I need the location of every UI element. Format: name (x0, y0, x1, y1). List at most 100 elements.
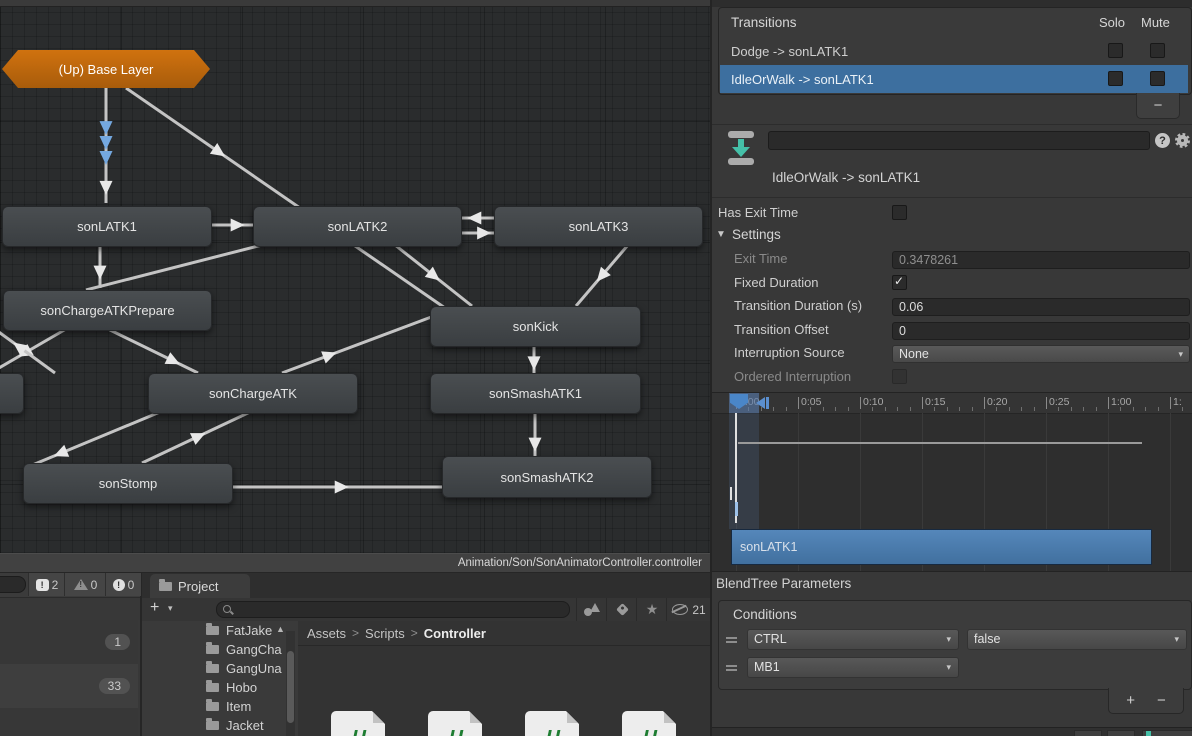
folder-label: GangUna (226, 661, 282, 676)
add-condition-button[interactable]: + (1126, 692, 1135, 709)
state-node-sonLATK2[interactable]: sonLATK2 (253, 206, 462, 247)
hidden-count-button[interactable]: 21 (666, 598, 711, 621)
mute-checkbox[interactable] (1150, 43, 1165, 58)
project-tab-label: Project (178, 578, 219, 594)
state-node-offscreen-left[interactable] (0, 373, 24, 414)
timeline-ruler[interactable]: 0:000:050:100:150:200:251:001: (712, 393, 1192, 414)
solo-checkbox[interactable] (1108, 71, 1123, 86)
console-error-toggle[interactable]: 0 (105, 573, 141, 596)
setting-label: Ordered Interruption (734, 369, 852, 384)
conditions-add-remove-box: + − (1108, 688, 1184, 714)
state-node-sonChargeATKPrepare[interactable]: sonChargeATKPrepare (3, 290, 212, 331)
breadcrumb-segment-Controller[interactable]: Controller (424, 626, 486, 641)
ruler-minor-tick (1058, 407, 1060, 411)
state-node-sonChargeATK[interactable]: sonChargeATK (148, 373, 358, 414)
state-node-label: sonLATK1 (77, 219, 137, 234)
state-node-sonKick[interactable]: sonKick (430, 306, 641, 347)
condition-parameter-dropdown[interactable]: CTRL ▾ (747, 629, 959, 650)
condition-value-dropdown[interactable]: false ▾ (967, 629, 1187, 650)
state-node-sonLATK3[interactable]: sonLATK3 (494, 206, 703, 247)
csharp-script-icon[interactable]: # (428, 711, 482, 736)
breadcrumb-segment-Assets[interactable]: Assets (307, 626, 346, 641)
folder-item-Item[interactable]: Item (142, 697, 298, 716)
gear-icon[interactable] (1175, 133, 1190, 148)
tag-icon (615, 603, 629, 616)
folder-icon (206, 623, 219, 635)
drag-handle-icon[interactable] (726, 665, 737, 667)
search-by-label-button[interactable] (606, 598, 637, 621)
setting-field-transition-offset[interactable]: 0 (892, 321, 1190, 340)
console-row[interactable]: 33 (0, 664, 138, 709)
transition-end-marker[interactable] (756, 397, 770, 409)
folder-item-GangCha[interactable]: GangCha (142, 640, 298, 659)
ruler-minor-tick (872, 407, 874, 411)
console-search-input[interactable] (0, 576, 26, 593)
transition-row-label: IdleOrWalk -> sonLATK1 (731, 71, 874, 87)
setting-dropdown-interruption-source[interactable]: None ▾ (892, 345, 1190, 364)
ruler-tick (984, 397, 985, 409)
ruler-minor-tick (1070, 407, 1072, 411)
chevron-down-icon[interactable]: ▾ (168, 603, 173, 614)
scrollbar-thumb[interactable] (287, 651, 294, 723)
console-row[interactable] (0, 708, 138, 736)
csharp-script-icon[interactable]: # (331, 711, 385, 736)
clip-bar-sonLATK1[interactable]: sonLATK1 (731, 529, 1152, 565)
search-by-type-button[interactable] (576, 598, 607, 621)
ruler-minor-tick (959, 407, 961, 411)
state-node-sonSmashATK2[interactable]: sonSmashATK2 (442, 456, 652, 498)
info-icon (35, 578, 49, 591)
condition-row: CTRL ▾ false ▾ (719, 629, 1191, 653)
remove-condition-button[interactable]: − (1157, 692, 1166, 709)
drag-handle-icon[interactable] (726, 637, 737, 639)
condition-parameter-dropdown[interactable]: MB1 ▾ (747, 657, 959, 678)
tree-scrollbar[interactable] (286, 631, 295, 736)
error-count: 0 (127, 577, 135, 592)
settings-foldout-label[interactable]: Settings (732, 227, 781, 242)
breadcrumb-segment-Scripts[interactable]: Scripts (365, 626, 405, 641)
setting-checkbox-fixed-duration[interactable] (892, 274, 907, 290)
favorites-button[interactable]: ★ (636, 598, 667, 621)
transition-name-field[interactable] (768, 131, 1150, 150)
breadcrumb[interactable]: Assets > Scripts > Controller (298, 621, 710, 646)
animator-graph-canvas[interactable]: (Up) Base Layer sonLATK1 sonLATK2 sonLATK3 s… (0, 0, 710, 553)
setting-label: Transition Duration (s) (734, 298, 863, 314)
folder-item-GangUna[interactable]: GangUna (142, 659, 298, 678)
transition-row[interactable]: IdleOrWalk -> sonLATK1 (720, 65, 1188, 93)
console-warning-toggle[interactable]: 0 (64, 573, 106, 596)
state-node-sonSmashATK1[interactable]: sonSmashATK1 (430, 373, 641, 414)
tab-project[interactable]: Project (150, 574, 250, 598)
state-node-base-layer[interactable]: (Up) Base Layer (2, 50, 210, 88)
folder-icon (206, 642, 219, 654)
foldout-triangle-icon[interactable]: ▼ (716, 229, 726, 240)
console-row[interactable]: 1 (0, 620, 138, 665)
ruler-minor-tick (909, 407, 911, 411)
mute-checkbox[interactable] (1150, 71, 1165, 86)
solo-checkbox[interactable] (1108, 43, 1123, 58)
console-info-toggle[interactable]: 2 (28, 573, 65, 596)
has-exit-time-checkbox[interactable] (892, 205, 907, 220)
state-node-sonLATK1[interactable]: sonLATK1 (2, 206, 212, 247)
transition-timeline[interactable]: 0:000:050:100:150:200:251:001: sonLATK1 (712, 392, 1192, 572)
remove-transition-button[interactable]: − (1136, 93, 1180, 119)
project-folder-tree[interactable]: ▲ FatJake GangCha GangUna Hobo Item Jacket (142, 621, 298, 736)
folder-label: Item (226, 699, 252, 714)
folder-icon (206, 699, 219, 711)
csharp-hash-glyph: # (347, 725, 368, 736)
folder-item-Jacket[interactable]: Jacket (142, 716, 298, 735)
project-content[interactable]: Assets > Scripts > Controller # # # # (298, 621, 710, 736)
project-search-input[interactable] (216, 601, 570, 618)
transition-row[interactable]: Dodge -> sonLATK1 (720, 37, 1188, 65)
state-node-sonStomp[interactable]: sonStomp (23, 463, 233, 504)
setting-field-transition-duration-s-[interactable]: 0.06 (892, 298, 1190, 317)
csharp-script-icon[interactable]: # (622, 711, 676, 736)
transition-drop-icon (726, 131, 756, 165)
folder-item-Hobo[interactable]: Hobo (142, 678, 298, 697)
partial-widget (1107, 730, 1135, 736)
create-asset-button[interactable]: + (150, 599, 159, 617)
breadcrumb-separator: > (352, 626, 360, 640)
ruler-minor-tick (1033, 407, 1035, 411)
csharp-script-icon[interactable]: # (525, 711, 579, 736)
help-icon[interactable]: ? (1155, 133, 1170, 148)
folder-item-FatJake[interactable]: FatJake (142, 621, 298, 640)
ruler-minor-tick (847, 407, 849, 411)
